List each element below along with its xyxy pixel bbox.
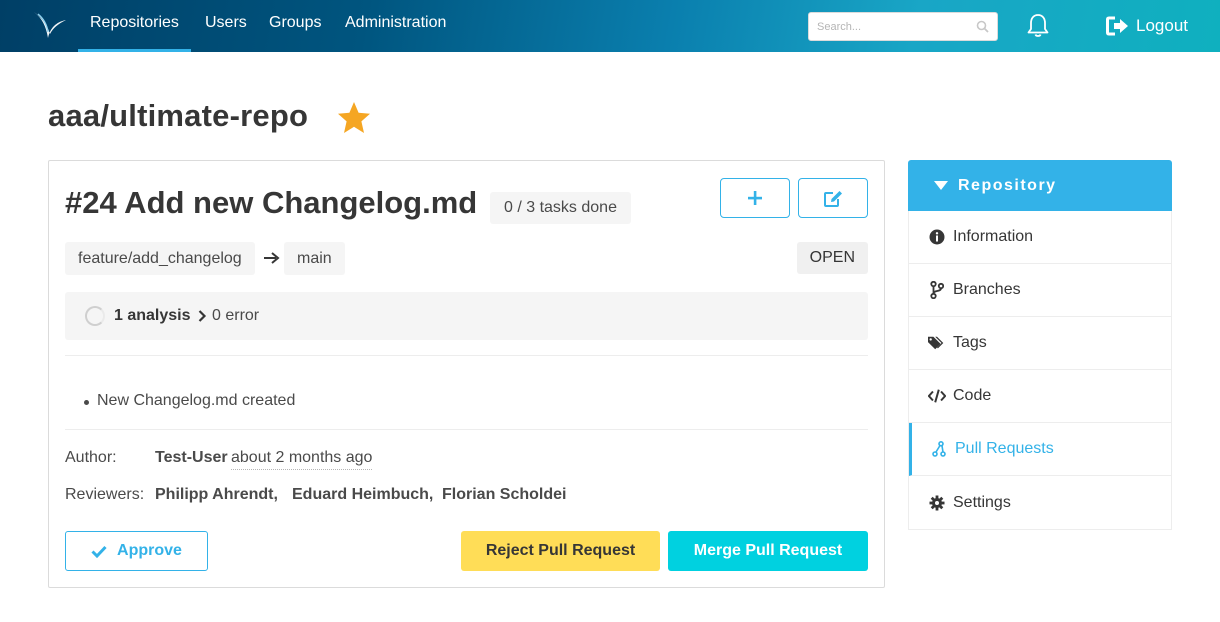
sidebar-heading[interactable]: Repository: [908, 160, 1172, 211]
status-badge: OPEN: [796, 242, 868, 274]
pull-request-icon: [930, 440, 948, 458]
star-icon[interactable]: [336, 100, 372, 136]
sidebar-menu: Information Branches Tags Code Pull Requ…: [908, 211, 1172, 530]
list-bullet: [84, 400, 89, 405]
pull-request-title: #24 Add new Changelog.md: [65, 185, 478, 220]
tags-icon: [928, 334, 946, 352]
author-label: Author:: [65, 449, 117, 466]
sidebar-item-label: Branches: [953, 281, 1021, 298]
sidebar-item-label: Code: [953, 387, 992, 404]
divider: [65, 429, 868, 430]
sidebar-item-pull-requests[interactable]: Pull Requests: [909, 423, 1171, 476]
edit-icon: [823, 190, 842, 207]
sidebar-item-label: Tags: [953, 334, 987, 351]
search-input[interactable]: [809, 13, 969, 40]
sidebar-item-label: Settings: [953, 493, 1011, 511]
pending-spinner-icon: [85, 306, 105, 326]
pull-request-card: #24 Add new Changelog.md 0 / 3 tasks don…: [48, 160, 885, 588]
caret-down-icon: [934, 181, 948, 190]
plus-icon: [748, 191, 762, 205]
code-icon: [928, 387, 946, 405]
logout-label: Logout: [1136, 16, 1188, 35]
sidebar-item-settings[interactable]: Settings: [909, 476, 1171, 529]
sidebar-item-branches[interactable]: Branches: [909, 264, 1171, 317]
sidebar-item-information[interactable]: Information: [909, 211, 1171, 264]
reject-pull-request-button[interactable]: Reject Pull Request: [461, 531, 660, 571]
nav-users[interactable]: Users: [193, 0, 259, 52]
analysis-bar[interactable]: 1 analysis 0 error: [65, 292, 868, 340]
analysis-count: 1 analysis: [114, 307, 191, 324]
chevron-right-icon: [198, 310, 207, 322]
search-box: [808, 12, 998, 41]
reviewers-label: Reviewers:: [65, 486, 145, 503]
sidebar-heading-label: Repository: [958, 176, 1057, 194]
logout-button[interactable]: Logout: [1106, 12, 1188, 40]
reviewer[interactable]: Philipp Ahrendt,: [155, 486, 278, 504]
arrow-right-icon: [264, 252, 280, 264]
reviewer[interactable]: Florian Scholdei: [442, 486, 566, 504]
notifications-bell-icon[interactable]: [1026, 13, 1050, 39]
nav-administration[interactable]: Administration: [333, 0, 458, 52]
edit-button[interactable]: [798, 178, 868, 218]
search-icon[interactable]: [976, 20, 989, 33]
cog-icon: [928, 494, 946, 512]
repository-sidebar: Repository Information Branches Tags Cod…: [908, 160, 1172, 530]
nav-repositories[interactable]: Repositories: [78, 0, 191, 52]
tasks-done-tag: 0 / 3 tasks done: [490, 192, 631, 224]
target-branch-tag: main: [284, 242, 345, 275]
sidebar-item-label: Pull Requests: [955, 440, 1054, 457]
check-icon: [91, 545, 107, 558]
sign-out-icon: [1106, 16, 1128, 36]
sidebar-item-label: Information: [953, 228, 1034, 245]
error-count: 0 error: [212, 307, 260, 324]
sidebar-item-code[interactable]: Code: [909, 370, 1171, 423]
repository-title: aaa/ultimate-repo: [48, 98, 309, 133]
nav-groups[interactable]: Groups: [257, 0, 333, 52]
sidebar-item-tags[interactable]: Tags: [909, 317, 1171, 370]
logo-icon[interactable]: [32, 10, 68, 40]
author-name[interactable]: Test-User: [155, 449, 228, 467]
description-item: New Changelog.md created: [97, 392, 296, 409]
add-button[interactable]: [720, 178, 790, 218]
code-branch-icon: [928, 281, 946, 299]
approve-label: Approve: [117, 542, 182, 559]
reviewer[interactable]: Eduard Heimbuch,: [292, 486, 433, 504]
merge-pull-request-button[interactable]: Merge Pull Request: [668, 531, 868, 571]
info-circle-icon: [928, 228, 946, 246]
top-navbar: Repositories Users Groups Administration…: [0, 0, 1220, 52]
created-time: about 2 months ago: [231, 449, 373, 470]
divider: [65, 355, 868, 356]
approve-button[interactable]: Approve: [65, 531, 208, 571]
source-branch-tag: feature/add_changelog: [65, 242, 255, 275]
